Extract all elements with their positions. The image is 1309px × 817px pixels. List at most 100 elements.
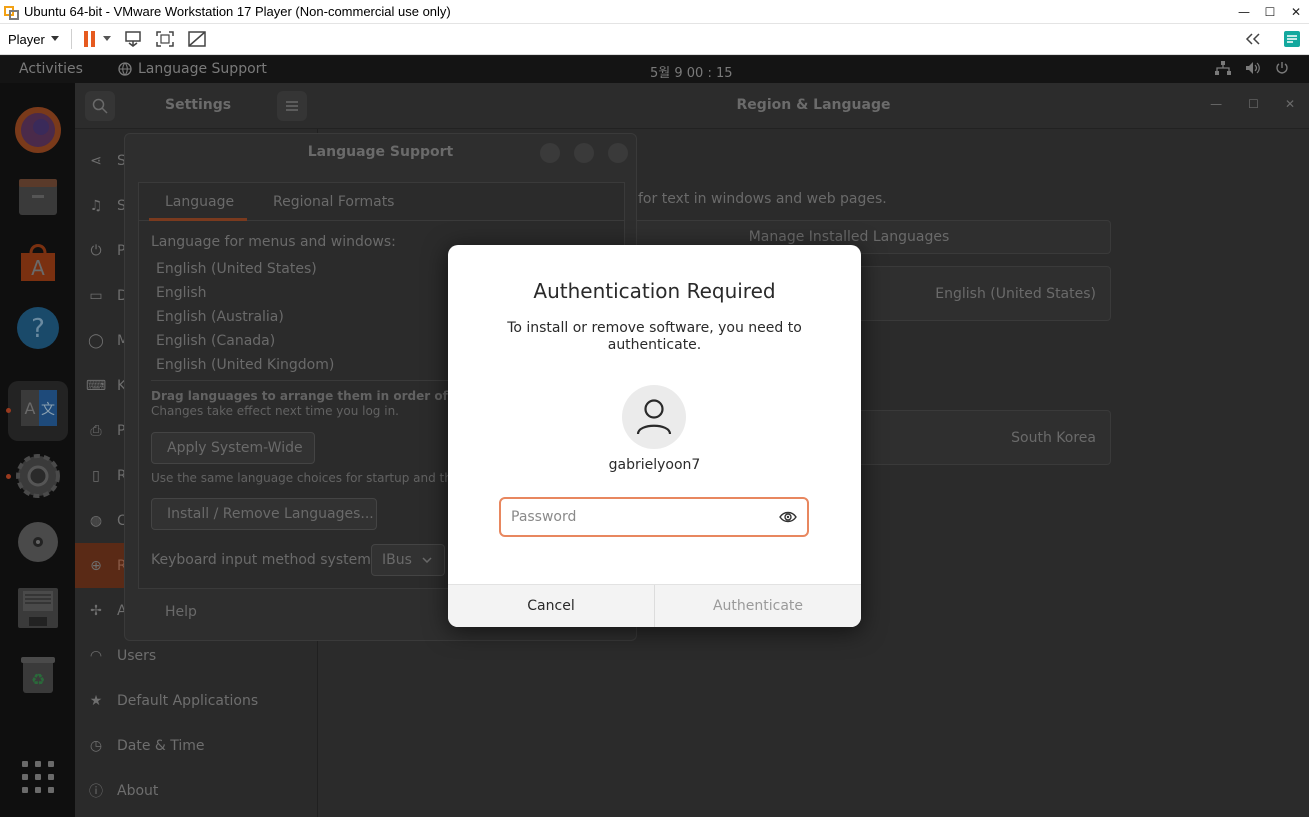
language-value: English (United States) — [935, 286, 1096, 302]
close-button[interactable]: ✕ — [1285, 97, 1295, 111]
sidebar-item[interactable]: ⓘ About — [75, 768, 318, 813]
minimize-button[interactable] — [540, 143, 560, 163]
keyboard-input-select[interactable]: IBus — [371, 544, 445, 576]
cancel-button[interactable]: Cancel — [448, 585, 654, 627]
language-list-item[interactable]: English — [156, 285, 207, 301]
formats-value: South Korea — [1011, 430, 1096, 446]
settings-window-controls: — ☐ ✕ — [1210, 97, 1295, 111]
language-list-item[interactable]: English (United States) — [156, 261, 317, 277]
ubuntu-dock: A ? A文 ♻ — [0, 83, 75, 817]
language-list-item[interactable]: English (Australia) — [156, 309, 284, 325]
files-icon[interactable] — [15, 173, 61, 219]
auth-actions: Cancel Authenticate — [448, 584, 861, 627]
pause-icon[interactable] — [83, 31, 95, 47]
changes-hint: Changes take effect next time you log in… — [151, 404, 399, 418]
trash-icon[interactable]: ♻ — [15, 651, 61, 697]
maximize-button[interactable]: ☐ — [1248, 97, 1259, 111]
search-button[interactable] — [85, 91, 115, 121]
collapse-toolbar-icon[interactable] — [1245, 33, 1261, 45]
ubuntu-topbar: Activities Language Support 5월 9 00 : 15 — [0, 56, 1309, 83]
sidebar-item-label: Users — [117, 647, 157, 664]
sidebar-item-label: About — [117, 782, 159, 799]
show-password-icon[interactable] — [779, 509, 797, 525]
unity-mode-icon[interactable] — [187, 30, 207, 48]
install-remove-languages-button[interactable]: Install / Remove Languages... — [151, 498, 377, 530]
color-icon: ◍ — [89, 512, 103, 529]
authentication-dialog: Authentication Required To install or re… — [448, 245, 861, 627]
user-icon: ◠ — [89, 647, 103, 664]
help-icon[interactable]: ? — [15, 305, 61, 351]
close-button[interactable]: ✕ — [1283, 0, 1309, 24]
volume-icon — [1246, 62, 1260, 74]
share-icon: ⋖ — [90, 152, 102, 169]
auth-message: To install or remove software, you need … — [507, 320, 802, 353]
auth-title: Authentication Required — [533, 279, 776, 303]
floppy-disk-icon[interactable] — [15, 585, 61, 631]
show-apps-icon[interactable] — [22, 761, 54, 793]
chevron-down-icon — [50, 36, 59, 41]
active-tab-indicator — [149, 218, 247, 221]
authenticate-button[interactable]: Authenticate — [654, 585, 861, 627]
language-list-item[interactable]: English (Canada) — [156, 333, 275, 349]
minimize-button[interactable]: — — [1210, 97, 1222, 111]
app-center-icon[interactable]: A — [15, 239, 61, 285]
sidebar-header: Settings — [75, 83, 318, 129]
pause-dropdown-icon[interactable] — [102, 36, 111, 42]
system-tray[interactable] — [1215, 61, 1289, 75]
menus-label: Language for menus and windows: — [151, 234, 396, 250]
power-icon — [1276, 62, 1288, 74]
chevron-down-icon — [422, 557, 432, 563]
apply-system-wide-button[interactable]: Apply System-Wide — [151, 432, 315, 464]
svg-text:?: ? — [31, 314, 45, 344]
activities-button[interactable]: Activities — [19, 61, 83, 77]
avatar — [622, 385, 686, 449]
tab-regional-formats[interactable]: Regional Formats — [273, 194, 394, 210]
clock-icon: ◷ — [89, 737, 103, 754]
password-input[interactable] — [511, 499, 771, 535]
globe-icon — [118, 62, 132, 76]
sidebar-item[interactable]: ★ Default Applications — [75, 678, 318, 723]
install-remove-languages-label: Install / Remove Languages... — [167, 506, 374, 522]
display-icon: ▭ — [89, 287, 103, 304]
player-menu[interactable]: Player — [8, 32, 59, 47]
globe-icon: ⊕ — [90, 557, 102, 574]
accessibility-icon: ✢ — [90, 602, 102, 619]
vmware-titlebar: Ubuntu 64-bit - VMware Workstation 17 Pl… — [0, 0, 1309, 24]
hamburger-icon — [286, 101, 298, 111]
language-support-window-controls — [540, 143, 628, 163]
tab-language[interactable]: Language — [165, 194, 234, 210]
language-description: for text in windows and web pages. — [638, 191, 887, 207]
language-list-item[interactable]: English (United Kingdom) — [156, 357, 334, 373]
info-icon: ⓘ — [89, 783, 103, 800]
manage-languages-label: Manage Installed Languages — [748, 229, 950, 245]
vmware-toolbar: Player — [0, 24, 1309, 55]
help-button[interactable]: Help — [165, 604, 197, 620]
main-title: Region & Language — [736, 97, 891, 113]
app-menu[interactable]: Language Support — [118, 61, 267, 77]
printer-icon: ⎙ — [90, 422, 102, 439]
vmware-logo-icon — [4, 4, 20, 20]
settings-title: Settings — [165, 97, 232, 113]
svg-text:A: A — [25, 399, 36, 418]
player-menu-label: Player — [8, 31, 45, 47]
close-button[interactable] — [608, 143, 628, 163]
settings-gear-icon[interactable] — [15, 453, 61, 499]
maximize-button[interactable] — [574, 143, 594, 163]
keyboard-input-value: IBus — [382, 552, 412, 568]
clock[interactable]: 5월 9 00 : 15 — [650, 62, 733, 81]
hamburger-menu-button[interactable] — [277, 91, 307, 121]
translate-icon: A文 — [21, 390, 57, 426]
music-note-icon: ♫ — [89, 197, 103, 214]
send-ctrl-alt-del-icon[interactable] — [123, 30, 143, 48]
language-support-dock-item[interactable]: A文 — [8, 381, 68, 441]
disc-icon[interactable] — [15, 519, 61, 565]
window-controls: — ☐ ✕ — [1231, 0, 1309, 24]
message-log-icon[interactable] — [1283, 30, 1301, 48]
maximize-button[interactable]: ☐ — [1257, 0, 1283, 24]
firefox-icon[interactable] — [15, 107, 61, 153]
user-icon — [636, 399, 672, 435]
sidebar-item[interactable]: ◷ Date & Time — [75, 723, 318, 768]
search-icon — [92, 98, 108, 114]
minimize-button[interactable]: — — [1231, 0, 1257, 24]
fullscreen-icon[interactable] — [155, 30, 175, 48]
